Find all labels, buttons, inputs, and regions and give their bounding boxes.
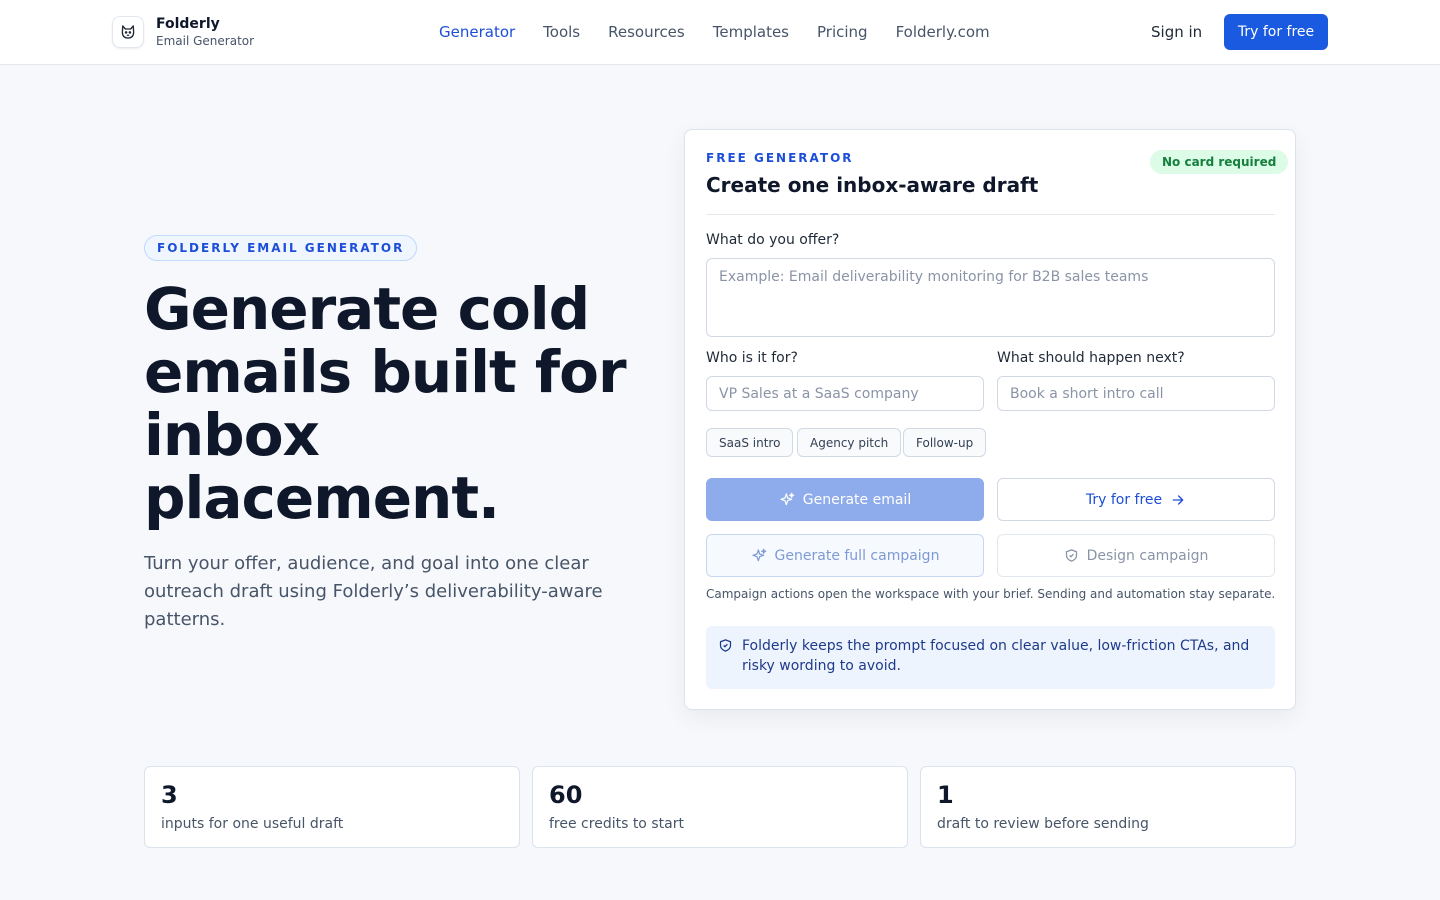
stat-value: 1 [937,781,954,809]
shield-icon [1065,549,1077,562]
sparkle-icon [751,548,766,561]
stat-label: inputs for one useful draft [161,816,344,832]
stat-value: 3 [161,781,178,809]
design-campaign-label: Design campaign [1086,547,1209,564]
nav-folderly-com[interactable]: Folderly.com [896,23,990,41]
campaign-note: Campaign actions open the workspace with… [706,587,1276,601]
sparkle-icon [780,492,795,505]
goal-input[interactable] [997,376,1275,411]
hero-subtitle: Turn your offer, audience, and goal into… [144,553,603,630]
design-campaign-button[interactable]: Design campaign [997,534,1275,577]
generate-email-label: Generate email [802,491,912,508]
audience-label: Who is it for? [706,350,798,366]
goal-label: What should happen next? [997,350,1185,366]
nav-resources[interactable]: Resources [608,23,685,41]
hero-eyebrow: FOLDERLY EMAIL GENERATOR [144,235,418,261]
hero-title: Generate cold emails built for inbox pla… [144,275,627,532]
nav-tools[interactable]: Tools [543,23,580,41]
stat-label: draft to review before sending [937,816,1149,832]
info-text: Folderly keeps the prompt focused on cle… [742,638,1250,674]
chip-saas-intro[interactable]: SaaS intro [706,428,794,457]
arrow-right-icon [1172,494,1184,505]
card-kicker: FREE GENERATOR [706,151,854,165]
stat-label: free credits to start [549,816,684,832]
generator-card: FREE GENERATOR Create one inbox-aware dr… [684,129,1296,710]
audience-input[interactable] [706,376,984,411]
generate-full-campaign-label: Generate full campaign [774,547,940,564]
main-nav: Generator Tools Resources Templates Pric… [439,23,1018,41]
nav-pricing[interactable]: Pricing [817,23,868,41]
top-navbar: Folderly Email Generator Generator Tools… [0,0,1440,65]
info-callout: Folderly keeps the prompt focused on cle… [706,626,1275,689]
brand[interactable]: Folderly Email Generator [112,16,254,48]
stat-value: 60 [549,781,583,809]
brand-name: Folderly [156,16,220,32]
brand-subtitle: Email Generator [156,34,255,48]
try-for-free-button[interactable]: Try for free [1224,14,1328,50]
chip-follow-up[interactable]: Follow-up [903,428,987,457]
generate-full-campaign-button[interactable]: Generate full campaign [706,534,984,577]
generate-email-button[interactable]: Generate email [706,478,984,521]
sign-in-link[interactable]: Sign in [1151,23,1202,41]
card-divider [706,214,1275,215]
nav-templates[interactable]: Templates [713,23,789,41]
offer-textarea[interactable] [706,258,1275,337]
stat-card: 60 free credits to start [532,766,908,848]
offer-label: What do you offer? [706,232,840,248]
stat-card: 1 draft to review before sending [920,766,1296,848]
shield-icon [719,639,732,652]
folderly-logo-icon [112,16,144,48]
no-card-badge: No card required [1150,150,1289,174]
card-try-label: Try for free [1085,491,1163,508]
nav-generator[interactable]: Generator [439,23,515,41]
chip-agency-pitch[interactable]: Agency pitch [797,428,902,457]
card-try-for-free-button[interactable]: Try for free [997,478,1275,521]
card-title: Create one inbox-aware draft [706,173,1039,197]
stat-card: 3 inputs for one useful draft [144,766,520,848]
